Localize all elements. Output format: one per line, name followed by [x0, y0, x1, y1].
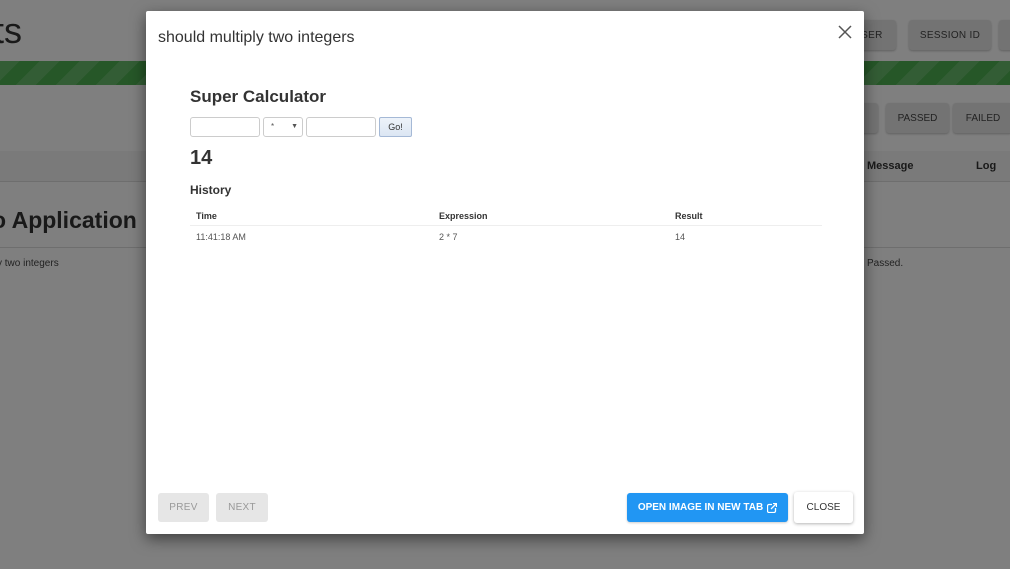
external-link-icon — [767, 502, 778, 513]
history-column-time: Time — [190, 207, 433, 226]
prev-button[interactable]: PREV — [158, 493, 209, 522]
history-column-expression: Expression — [433, 207, 669, 226]
open-image-new-tab-label: OPEN IMAGE IN NEW TAB — [637, 502, 764, 513]
open-image-new-tab-button[interactable]: OPEN IMAGE IN NEW TAB — [627, 493, 788, 522]
close-button[interactable]: CLOSE — [794, 492, 853, 523]
second-operand-input — [306, 117, 376, 137]
operator-value: * — [271, 122, 275, 131]
chevron-down-icon: ▼ — [291, 123, 298, 130]
history-heading: History — [190, 183, 232, 197]
screenshot-modal: should multiply two integers Super Calcu… — [146, 11, 864, 534]
history-time: 11:41:18 AM — [196, 232, 246, 243]
first-operand-input — [190, 117, 260, 137]
history-row: 11:41:18 AM 2 * 7 14 — [190, 225, 822, 249]
history-expression: 2 * 7 — [439, 232, 458, 243]
go-button: Go! — [379, 117, 412, 137]
history-table: Time Expression Result 11:41:18 AM 2 * 7… — [190, 207, 822, 249]
close-icon[interactable] — [836, 23, 854, 41]
history-column-result: Result — [669, 207, 822, 226]
modal-footer: PREV NEXT OPEN IMAGE IN NEW TAB CLOSE — [146, 486, 864, 534]
calculator-form: * ▼ Go! — [190, 117, 412, 137]
modal-title: should multiply two integers — [158, 29, 355, 46]
next-button[interactable]: NEXT — [216, 493, 268, 522]
history-header-row: Time Expression Result — [190, 207, 822, 226]
operator-select: * ▼ — [263, 117, 303, 137]
calculator-result: 14 — [190, 147, 213, 169]
history-result: 14 — [675, 232, 686, 243]
screenshot-image: Super Calculator * ▼ Go! 14 History Time… — [190, 87, 822, 242]
calculator-heading: Super Calculator — [190, 87, 327, 106]
